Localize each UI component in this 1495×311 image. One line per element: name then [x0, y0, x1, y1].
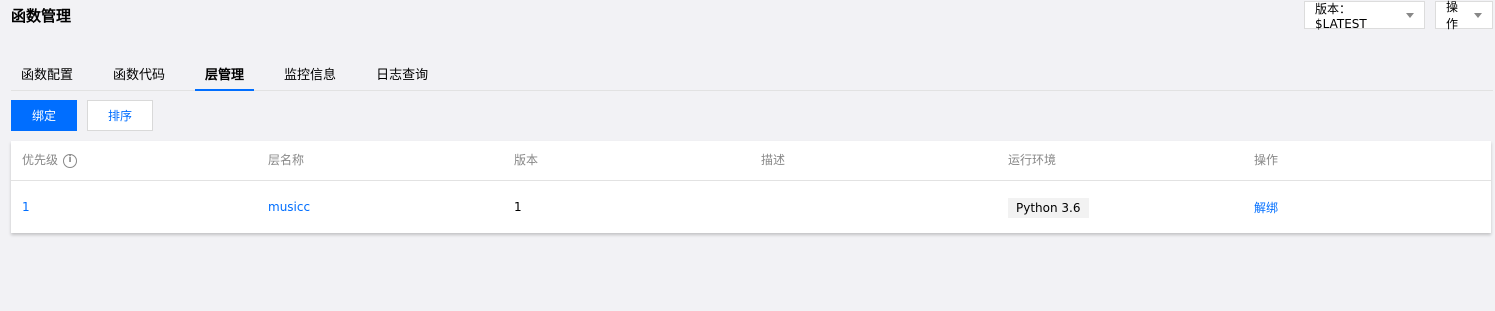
column-header-priority-label: 优先级	[22, 153, 59, 167]
info-icon[interactable]: i	[63, 153, 78, 168]
tab-monitoring[interactable]: 监控信息	[274, 57, 346, 90]
column-header-version: 版本	[514, 153, 539, 167]
table-row: 1 musicc 1 Python 3.6 解绑	[11, 181, 1491, 233]
version-dropdown[interactable]: 版本：$LATEST	[1304, 1, 1425, 31]
tab-function-config[interactable]: 函数配置	[11, 57, 83, 90]
tab-log-query[interactable]: 日志查询	[366, 57, 438, 90]
table-header: 优先级 i 层名称 版本 描述 运行环境 操作	[11, 141, 1491, 181]
runtime-tag: Python 3.6	[1008, 198, 1089, 218]
tab-layer-management[interactable]: 层管理	[195, 57, 255, 91]
layers-table: 优先级 i 层名称 版本 描述 运行环境 操作 1 musicc 1 Pytho…	[11, 141, 1491, 233]
column-header-actions: 操作	[1254, 153, 1279, 167]
version-dropdown-label: 版本：$LATEST	[1315, 1, 1367, 31]
cell-version: 1	[514, 200, 522, 214]
header-actions: 版本：$LATEST 操作	[1304, 0, 1493, 31]
column-header-runtime: 运行环境	[1008, 153, 1057, 167]
tab-bar: 函数配置 函数代码 层管理 监控信息 日志查询	[11, 57, 1493, 91]
chevron-down-icon	[1474, 12, 1482, 18]
operations-dropdown[interactable]: 操作	[1435, 0, 1493, 31]
column-header-priority: 优先级 i	[22, 141, 78, 180]
chevron-down-icon	[1406, 12, 1414, 18]
tab-function-code[interactable]: 函数代码	[103, 57, 175, 90]
cell-layer-name-link[interactable]: musicc	[268, 181, 310, 233]
cell-priority[interactable]: 1	[22, 181, 30, 233]
sort-button[interactable]: 排序	[87, 100, 153, 131]
cell-runtime: Python 3.6	[1008, 181, 1089, 233]
unbind-link[interactable]: 解绑	[1254, 181, 1278, 233]
page-title: 函数管理	[11, 7, 72, 25]
column-header-layer-name: 层名称	[268, 153, 305, 167]
bind-button[interactable]: 绑定	[11, 100, 77, 131]
column-header-description: 描述	[761, 153, 786, 167]
operations-dropdown-label: 操作	[1446, 0, 1459, 31]
